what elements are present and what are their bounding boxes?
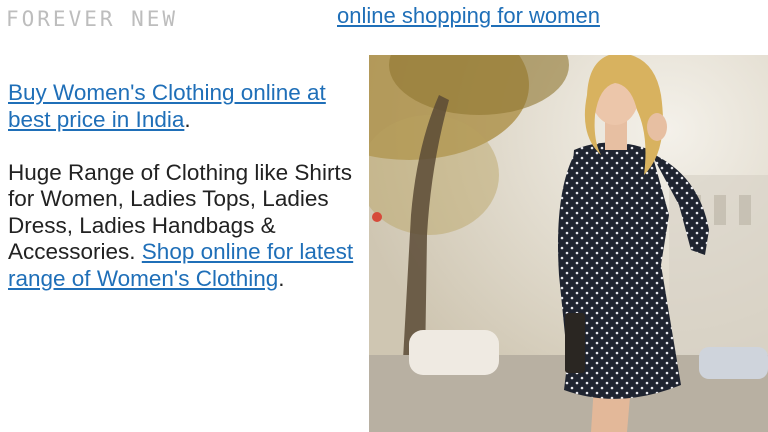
brand-logo[interactable]: FOREVER NEW: [6, 6, 184, 32]
intro-paragraph: Buy Women's Clothing online at best pric…: [8, 80, 363, 133]
range-paragraph: Huge Range of Clothing like Shirts for W…: [8, 160, 363, 293]
promo-copy: Buy Women's Clothing online at best pric…: [8, 80, 363, 292]
buy-womens-clothing-link[interactable]: Buy Women's Clothing online at best pric…: [8, 80, 326, 132]
model-photo[interactable]: [369, 55, 768, 432]
intro-period: .: [184, 106, 191, 132]
woman-in-polka-dot-dress-icon: [369, 55, 768, 432]
online-shopping-link[interactable]: online shopping for women: [337, 2, 600, 30]
range-period: .: [278, 265, 285, 291]
